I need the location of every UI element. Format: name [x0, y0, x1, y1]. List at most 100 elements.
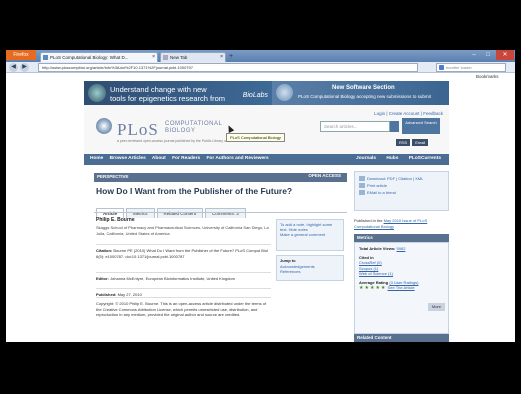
- banner-ad-right[interactable]: New Software Section PLoS Computational …: [272, 81, 449, 105]
- video-frame: Firefox PLoS Computational Biology: What…: [0, 0, 521, 394]
- web-page: Understand change with new tools for epi…: [6, 81, 515, 342]
- total-views-label: Total Article Views:: [359, 246, 396, 251]
- ad-right-title: New Software Section: [332, 85, 395, 91]
- search-bar[interactable]: ecrafter loader: [436, 63, 506, 72]
- ad-left-line1: Understand change with new: [110, 85, 207, 94]
- tab-new-label: New Tab: [170, 55, 188, 60]
- tab-divider: [94, 212, 347, 213]
- forward-icon[interactable]: ▶: [20, 63, 29, 72]
- download-panel: Download: PDF | Citation | XML Print art…: [354, 171, 449, 211]
- tab-comments[interactable]: Comments: 3: [205, 208, 246, 218]
- author-name[interactable]: Philip E. Bourne: [96, 217, 135, 223]
- browser-window: Firefox PLoS Computational Biology: What…: [6, 50, 515, 342]
- feed-buttons: RSS Email: [394, 139, 429, 146]
- email-alert-button[interactable]: Email: [412, 139, 429, 146]
- logo-line-computational: COMPUTATIONAL: [165, 121, 223, 127]
- related-content-header: Related Content: [354, 334, 449, 342]
- jump-references[interactable]: References: [280, 269, 340, 275]
- search-engine-icon[interactable]: [439, 65, 444, 70]
- logo-tooltip: PLoS Computational Biology: [226, 133, 285, 142]
- article-search-input[interactable]: Search articles...: [320, 121, 390, 132]
- notes-panel: To add a note, highlight some text. Hide…: [276, 219, 344, 251]
- nav-ploscurrents[interactable]: PLoSCurrents: [409, 156, 441, 161]
- metrics-panel: Total Article Views: 5982 Cited in Cross…: [354, 242, 449, 334]
- new-tab-icon[interactable]: +: [227, 53, 235, 61]
- back-icon[interactable]: ◀: [9, 63, 18, 72]
- plos-logo-text[interactable]: PLoS: [117, 120, 159, 140]
- bookmarks-button[interactable]: Bookmarks: [476, 74, 499, 79]
- site-header: Login | Create Account | Feedback PLoS C…: [84, 105, 449, 165]
- download-links[interactable]: Download: PDF | Citation | XML: [367, 176, 423, 181]
- cited-in-label: Cited in: [359, 254, 374, 260]
- download-icon: [359, 176, 365, 182]
- nav-hubs[interactable]: Hubs: [386, 156, 398, 161]
- total-views-value[interactable]: 5982: [397, 246, 406, 251]
- metrics-header: Metrics: [354, 234, 449, 242]
- main-navigation: Home Browse Articles About For Readers F…: [84, 154, 449, 165]
- cited-wos[interactable]: Web of Science (1): [359, 271, 444, 277]
- citation-label: Citation:: [96, 248, 113, 253]
- mouse-cursor-icon: [225, 124, 235, 133]
- search-go-button[interactable]: [390, 121, 399, 132]
- editor-label: Editor:: [96, 276, 109, 281]
- citation-text: Bourne PE (2010) What Do I Want from the…: [96, 248, 268, 259]
- maximize-icon[interactable]: □: [481, 50, 495, 60]
- minimize-icon[interactable]: –: [467, 50, 481, 60]
- more-button[interactable]: More: [427, 303, 445, 311]
- close-window-icon[interactable]: ✕: [496, 50, 514, 60]
- add-note-link[interactable]: To add a note, highlight some text. Hide…: [280, 222, 340, 232]
- nav-home[interactable]: Home: [90, 156, 103, 161]
- see-ratings-link[interactable]: See The Article: [388, 285, 415, 290]
- account-links[interactable]: Login | Create Account | Feedback: [374, 111, 443, 116]
- author-affiliation: Skaggs School of Pharmacy and Pharmaceut…: [96, 225, 269, 236]
- editor-text: Johanna McEntyre, European Bioinformatic…: [110, 276, 235, 281]
- ad-right-sub: PLoS Computational Biology accepting new…: [298, 94, 431, 99]
- tab-new[interactable]: New Tab ×: [160, 52, 226, 62]
- dna-icon: [88, 84, 106, 102]
- nav-journals[interactable]: Journals: [356, 156, 376, 161]
- nav-readers[interactable]: For Readers: [172, 156, 200, 161]
- citation: Citation: Bourne PE (2010) What Do I Wan…: [96, 244, 271, 259]
- logo-line-biology: BIOLOGY: [165, 128, 196, 134]
- tab-plos-label: PLoS Computational Biology: What D...: [50, 55, 129, 60]
- firefox-menu-button[interactable]: Firefox: [6, 50, 36, 60]
- article-type-label: PERSPECTIVE: [97, 174, 129, 179]
- navigation-bar: ◀ ▶ http://www.ploscompbiol.org/article/…: [6, 62, 515, 73]
- new-tab-favicon: [163, 55, 168, 60]
- jump-to-panel: Jump to Acknowledgements References: [276, 255, 344, 281]
- print-icon: [359, 183, 365, 189]
- url-bar[interactable]: http://www.ploscompbiol.org/article/info…: [38, 63, 418, 72]
- article-tabs: Article Metrics Related Content Comments: 3: [96, 202, 248, 218]
- nav-authors[interactable]: For Authors and Reviewers: [206, 156, 268, 161]
- general-comment-link[interactable]: Make a general comment: [280, 232, 340, 237]
- title-bar: Firefox PLoS Computational Biology: What…: [6, 50, 515, 62]
- copyright: Copyright: © 2010 Philip E. Bourne. This…: [96, 297, 271, 318]
- email-icon: [359, 190, 365, 196]
- copyright-text: Copyright: © 2010 Philip E. Bourne. This…: [96, 301, 267, 317]
- banner-ad-left[interactable]: Understand change with new tools for epi…: [84, 81, 272, 105]
- article-title: How Do I Want from the Publisher of the …: [96, 186, 293, 196]
- rss-button[interactable]: RSS: [396, 139, 411, 146]
- article-type-bar: PERSPECTIVE OPEN ACCESS: [94, 173, 347, 182]
- close-tab-icon[interactable]: ×: [220, 53, 223, 62]
- ad-left-brand: BioLabs: [242, 92, 268, 99]
- nav-about[interactable]: About: [152, 156, 166, 161]
- tab-related-content[interactable]: Related Content: [156, 208, 204, 218]
- plos-globe-icon: [276, 84, 293, 101]
- close-tab-icon[interactable]: ×: [152, 53, 155, 62]
- email-link[interactable]: EMail to a friend: [367, 190, 396, 195]
- print-link[interactable]: Print article: [367, 183, 387, 188]
- open-access-badge: OPEN ACCESS: [308, 173, 341, 178]
- user-ratings-link[interactable]: (3 User Ratings): [389, 280, 418, 285]
- published-in-label: Published in the: [354, 218, 383, 223]
- ad-left-line2: tools for epigenetics research from: [110, 94, 226, 103]
- plos-logo-icon[interactable]: [96, 118, 112, 134]
- logo-subtitle: a peer-reviewed open-access journal publ…: [117, 139, 241, 143]
- tab-plos[interactable]: PLoS Computational Biology: What D... ×: [40, 52, 158, 62]
- plos-favicon: [43, 55, 48, 60]
- rating-stars-icon: ★★★★★: [359, 285, 387, 291]
- advanced-search-button[interactable]: Advanced Search: [402, 118, 440, 134]
- published-in: Published in the May 2010 Issue of PLoS …: [354, 218, 449, 229]
- nav-browse[interactable]: Browse Articles: [110, 156, 146, 161]
- avg-rating-label: Average Rating: [359, 279, 389, 285]
